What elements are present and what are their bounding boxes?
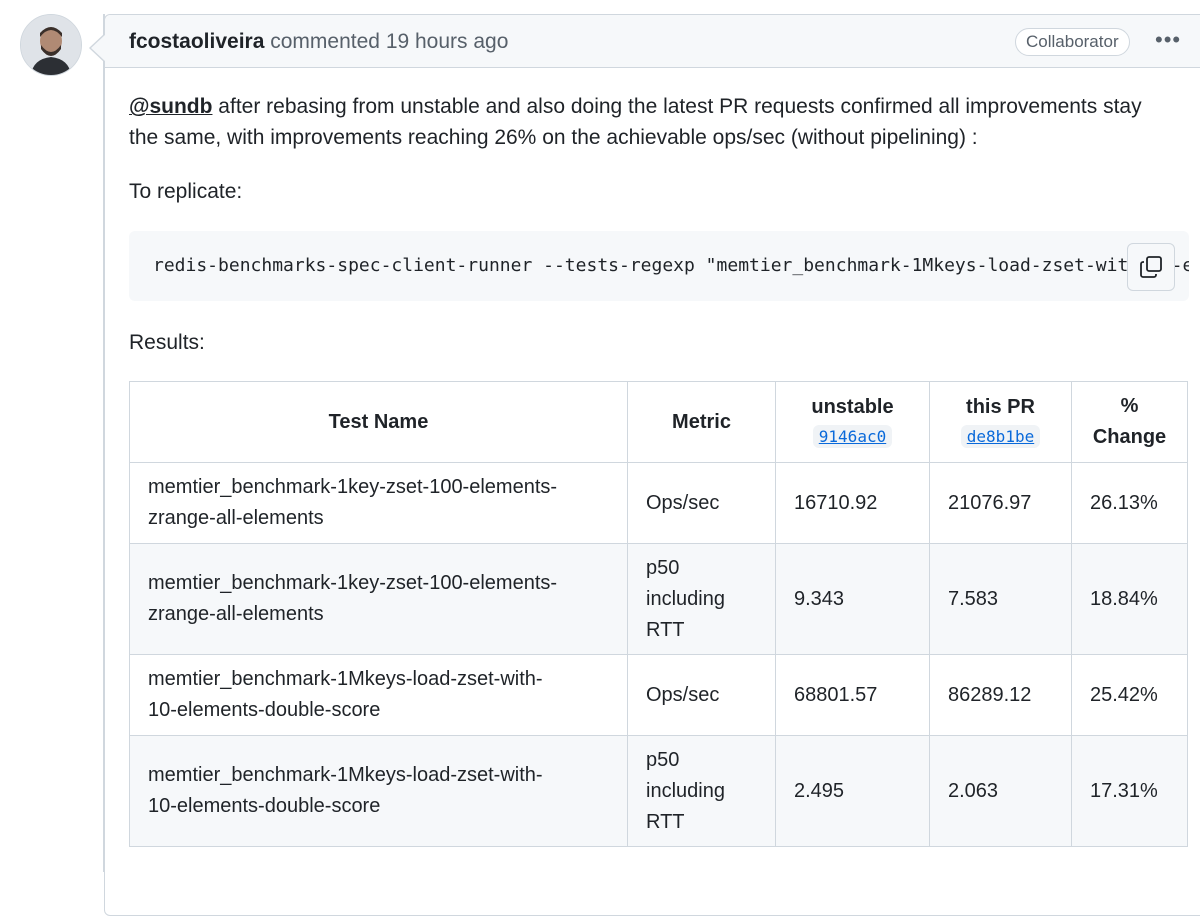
header-change-line1: % — [1120, 395, 1139, 417]
paragraph-line1: after rebasing from unstable and also do… — [212, 95, 1142, 118]
comment-action: commented — [270, 30, 380, 53]
copy-button[interactable] — [1127, 243, 1175, 291]
metric-cell: p50 including RTT — [627, 735, 776, 847]
header-change: % Change — [1071, 381, 1188, 463]
test-name-cell: memtier_benchmark-1Mkeys-load-zset-with-… — [129, 735, 628, 847]
header-this-pr: this PR de8b1be — [929, 381, 1072, 463]
unstable-cell: 9.343 — [775, 543, 930, 655]
unstable-cell: 16710.92 — [775, 462, 930, 544]
table-header-row: Test Name Metric unstable 9146ac0 this P… — [129, 381, 1188, 463]
results-label: Results: — [129, 331, 205, 354]
table-row: memtier_benchmark-1Mkeys-load-zset-with-… — [129, 735, 1188, 847]
author-link[interactable]: fcostaoliveira — [129, 30, 264, 53]
header-unstable-label: unstable — [811, 396, 894, 418]
header-test-name: Test Name — [129, 381, 628, 463]
change-cell: 25.42% — [1071, 654, 1188, 736]
change-cell: 26.13% — [1071, 462, 1188, 544]
change-cell: 17.31% — [1071, 735, 1188, 847]
comment-meta: fcostaoliveira commented 19 hours ago — [129, 29, 508, 55]
commit-sha-link[interactable]: de8b1be — [960, 425, 1041, 448]
code-block: redis-benchmarks-spec-client-runner --te… — [129, 231, 1189, 301]
table-row: memtier_benchmark-1key-zset-100-elements… — [129, 543, 1188, 655]
header-unstable: unstable 9146ac0 — [775, 381, 930, 463]
unstable-cell: 68801.57 — [775, 654, 930, 736]
comment-header: fcostaoliveira commented 19 hours ago Co… — [89, 15, 1200, 68]
header-change-line2: Change — [1092, 426, 1167, 448]
header-this-pr-label: this PR — [966, 396, 1035, 418]
user-mention[interactable]: @sundb — [129, 95, 212, 118]
table-row: memtier_benchmark-1Mkeys-load-zset-with-… — [129, 654, 1188, 736]
copy-icon — [1140, 256, 1162, 278]
metric-cell: p50 including RTT — [627, 543, 776, 655]
comment-paragraph: @sundb after rebasing from unstable and … — [129, 91, 1142, 153]
pr-cell: 21076.97 — [929, 462, 1072, 544]
commit-sha-link[interactable]: 9146ac0 — [812, 425, 893, 448]
avatar[interactable] — [20, 14, 82, 76]
test-name-cell: memtier_benchmark-1key-zset-100-elements… — [129, 462, 628, 544]
paragraph-line2: the same, with improvements reaching 26%… — [129, 126, 978, 149]
collaborator-badge: Collaborator — [1015, 28, 1130, 56]
change-cell: 18.84% — [1071, 543, 1188, 655]
test-name-cell: memtier_benchmark-1key-zset-100-elements… — [129, 543, 628, 655]
metric-cell: Ops/sec — [627, 654, 776, 736]
header-metric: Metric — [627, 381, 776, 463]
code-text[interactable]: redis-benchmarks-spec-client-runner --te… — [153, 255, 1189, 276]
test-name-cell: memtier_benchmark-1Mkeys-load-zset-with-… — [129, 654, 628, 736]
comment-timestamp[interactable]: 19 hours ago — [386, 30, 509, 53]
comment-box: fcostaoliveira commented 19 hours ago Co… — [89, 14, 1200, 916]
pr-cell: 7.583 — [929, 543, 1072, 655]
pr-cell: 2.063 — [929, 735, 1072, 847]
avatar-image — [21, 15, 81, 75]
kebab-horizontal-icon[interactable]: ••• — [1155, 27, 1181, 53]
metric-cell: Ops/sec — [627, 462, 776, 544]
unstable-cell: 2.495 — [775, 735, 930, 847]
replicate-label: To replicate: — [129, 180, 243, 203]
results-table: Test Name Metric unstable 9146ac0 this P… — [129, 381, 1188, 847]
pr-cell: 86289.12 — [929, 654, 1072, 736]
table-row: memtier_benchmark-1key-zset-100-elements… — [129, 462, 1188, 544]
